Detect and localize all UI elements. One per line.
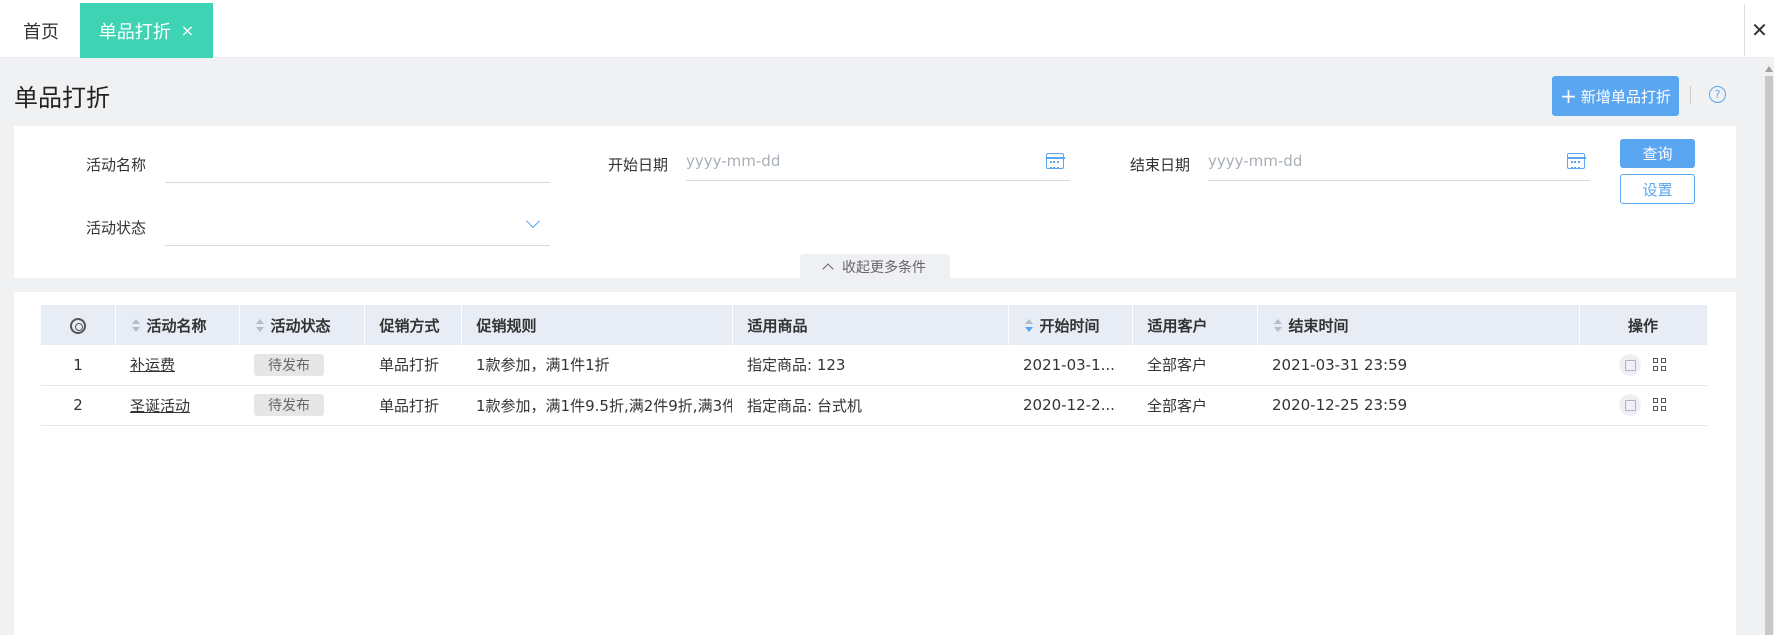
column-header[interactable]: 开始时间 <box>1008 305 1133 345</box>
end-date-underline <box>1208 180 1590 181</box>
sort-icon[interactable] <box>131 318 141 334</box>
row-index: 2 <box>41 385 115 426</box>
collapse-conditions-button[interactable]: 收起更多条件 <box>800 254 950 279</box>
scrollbar-thumb[interactable] <box>1765 76 1773 635</box>
activity-name-input[interactable] <box>165 154 550 178</box>
status-cell: 待发布 <box>239 345 364 386</box>
status-underline <box>165 245 550 246</box>
calendar-icon[interactable] <box>1045 153 1065 169</box>
tab-single-discount[interactable]: 单品打折 × <box>80 3 213 58</box>
column-header[interactable]: 活动状态 <box>239 305 365 345</box>
tab-home-label: 首页 <box>23 21 59 43</box>
start-time-cell: 2020-12-2... <box>1008 385 1132 426</box>
column-header: 促销规则 <box>461 305 733 345</box>
customer-cell: 全部客户 <box>1132 385 1257 426</box>
table-header-row: 活动名称 活动状态 促销方式 促销规则 适用商品 开始时间 适用客户 结束时间 … <box>41 305 1708 345</box>
start-date-input[interactable]: yyyy-mm-dd <box>686 152 1036 170</box>
tab-bar: 首页 单品打折 × ✕ <box>0 0 1774 58</box>
activity-name-cell[interactable]: 圣诞活动 <box>115 385 239 426</box>
tab-active-label: 单品打折 <box>98 21 171 43</box>
settings-button[interactable]: 设置 <box>1620 174 1695 204</box>
row-index: 1 <box>41 345 115 386</box>
column-header: 操作 <box>1579 305 1708 345</box>
activity-name-link[interactable]: 补运费 <box>130 356 175 374</box>
activity-name-label: 活动名称 <box>86 156 147 174</box>
rule-cell: 1款参加，满1件1折 <box>461 345 732 386</box>
column-label: 结束时间 <box>1288 316 1349 335</box>
rule-cell: 1款参加，满1件9.5折,满2件9折,满3件8 <box>461 385 732 426</box>
page-title: 单品打折 <box>14 84 110 112</box>
help-icon[interactable]: ? <box>1709 86 1726 103</box>
end-date-label: 结束日期 <box>1130 156 1191 174</box>
goods-cell: 指定商品: 123 <box>732 345 1008 386</box>
status-badge: 待发布 <box>254 353 324 376</box>
column-label: 活动状态 <box>270 316 331 335</box>
start-date-underline <box>686 180 1070 181</box>
column-header: 促销方式 <box>364 305 462 345</box>
sort-icon[interactable] <box>255 318 265 334</box>
gear-icon[interactable] <box>69 317 86 334</box>
tab-close-icon[interactable]: × <box>181 21 194 40</box>
status-cell: 待发布 <box>239 385 364 426</box>
sort-icon[interactable] <box>1024 318 1034 334</box>
grid-icon[interactable] <box>1653 398 1667 412</box>
collapse-label: 收起更多条件 <box>842 259 926 276</box>
operations-cell <box>1579 345 1707 386</box>
divider <box>1690 86 1691 104</box>
column-label: 开始时间 <box>1039 316 1100 335</box>
add-discount-button[interactable]: + 新增单品打折 <box>1552 76 1679 116</box>
customer-cell: 全部客户 <box>1132 345 1257 386</box>
add-button-label: 新增单品打折 <box>1580 87 1671 106</box>
method-cell: 单品打折 <box>364 385 461 426</box>
discount-table: 活动名称 活动状态 促销方式 促销规则 适用商品 开始时间 适用客户 结束时间 … <box>41 305 1708 426</box>
end-date-input[interactable]: yyyy-mm-dd <box>1208 152 1558 170</box>
operations-cell <box>1579 385 1707 426</box>
end-time-cell: 2020-12-25 23:59 <box>1257 385 1579 426</box>
query-button[interactable]: 查询 <box>1620 139 1695 168</box>
close-all-icon[interactable]: ✕ <box>1744 4 1774 56</box>
activity-name-link[interactable]: 圣诞活动 <box>130 397 190 415</box>
grid-icon[interactable] <box>1653 357 1667 372</box>
share-icon[interactable] <box>1619 394 1641 416</box>
scroll-up-arrow-icon[interactable] <box>1765 66 1773 72</box>
column-header: 适用客户 <box>1132 305 1258 345</box>
sort-icon[interactable] <box>1273 318 1283 334</box>
table-row: 1 补运费 待发布 单品打折 1款参加，满1件1折 指定商品: 123 2021… <box>41 345 1707 386</box>
start-time-cell: 2021-03-1... <box>1008 345 1132 386</box>
column-header[interactable]: 结束时间 <box>1257 305 1580 345</box>
column-settings[interactable] <box>41 305 116 345</box>
status-label: 活动状态 <box>86 219 147 237</box>
column-header: 适用商品 <box>732 305 1009 345</box>
status-badge: 待发布 <box>254 394 324 416</box>
calendar-icon[interactable] <box>1566 153 1586 169</box>
start-date-label: 开始日期 <box>608 156 669 174</box>
plus-icon: + <box>1560 84 1577 108</box>
end-time-cell: 2021-03-31 23:59 <box>1257 345 1579 386</box>
activity-name-cell[interactable]: 补运费 <box>115 345 239 386</box>
activity-name-underline <box>165 182 550 183</box>
method-cell: 单品打折 <box>364 345 461 386</box>
status-select[interactable] <box>165 217 550 241</box>
column-label: 活动名称 <box>146 316 207 335</box>
tab-home[interactable]: 首页 <box>0 3 82 58</box>
table-row: 2 圣诞活动 待发布 单品打折 1款参加，满1件9.5折,满2件9折,满3件8 … <box>41 385 1707 426</box>
goods-cell: 指定商品: 台式机 <box>732 385 1008 426</box>
column-header[interactable]: 活动名称 <box>115 305 240 345</box>
chevron-up-icon <box>822 263 834 275</box>
share-icon[interactable] <box>1619 353 1641 376</box>
